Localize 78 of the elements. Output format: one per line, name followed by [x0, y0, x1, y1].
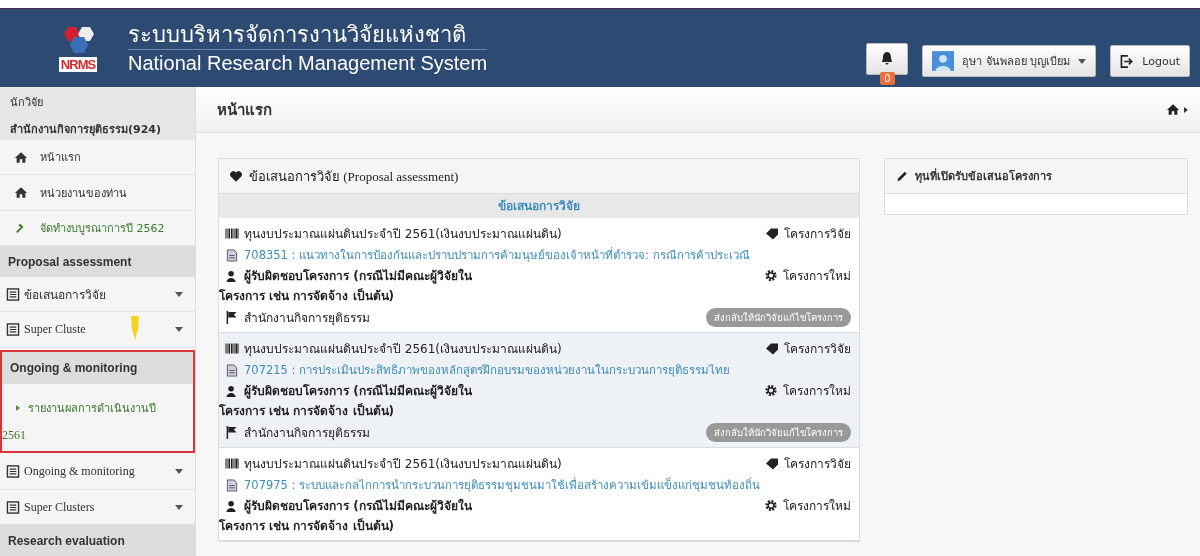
barcode-icon	[225, 341, 239, 355]
barcode-icon	[225, 456, 239, 470]
sidebar-dropdown[interactable]: ข้อเสนอการวิจัย	[0, 276, 195, 313]
caret-icon	[175, 326, 183, 332]
list-icon	[6, 465, 20, 479]
fund-name: ทุนงบประมาณแผ่นดินประจำปี 2561(เงินงบประมาณแผ่นดิน)	[244, 340, 562, 358]
page-title: หน้าแรก	[217, 99, 272, 121]
proposal-link[interactable]: 707975 : ระบบและกลไกการนำกระบวนการยุติธรรมชุมชนมาใช้เพื่อสร้างความเข้มแข็งแก่ชุมชนท้องถิ่น	[225, 476, 761, 494]
table-heading: ข้อเสนอการวิจัย	[219, 194, 859, 218]
barcode-icon	[225, 226, 239, 240]
project-status: โครงการใหม่	[783, 268, 851, 285]
home-icon	[14, 150, 28, 164]
list-icon	[6, 287, 20, 301]
responsible-label: ผู้รับผิดชอบโครงการ (กรณีไม่มีคณะผู้วิจัยใน	[244, 267, 472, 286]
fund-name: ทุนงบประมาณแผ่นดินประจำปี 2561(เงินงบประมาณแผ่นดิน)	[244, 225, 562, 243]
responsible-label: โครงการ เช่น การจัดจ้าง เป็นต้น)	[219, 517, 396, 535]
sidebar-section-header: Research evaluation	[0, 525, 195, 556]
logout-icon	[1120, 54, 1135, 68]
tag-icon	[765, 341, 779, 355]
bell-icon	[880, 51, 895, 67]
caret-icon	[175, 504, 183, 510]
avatar-icon	[932, 51, 955, 71]
gear-icon	[764, 384, 778, 397]
panel-title: ข้อเสนอการวิจัย (Proposal assessment)	[249, 167, 459, 186]
status-badge: ส่งกลับให้นักวิจัยแก้ไขโครงการ	[706, 422, 851, 442]
sidebar-link[interactable]: รายงานผลการดำเนินงานปี	[2, 383, 193, 420]
caret-right-icon	[16, 404, 20, 411]
logout-button[interactable]: Logout	[1110, 45, 1190, 77]
fund-name: ทุนงบประมาณแผ่นดินประจำปี 2561(เงินงบประมาณแผ่นดิน)	[244, 455, 562, 473]
pencil-icon	[895, 169, 909, 183]
sidebar-item[interactable]: หน้าแรก	[0, 140, 195, 176]
heart-icon	[229, 169, 243, 183]
project-status: โครงการใหม่	[783, 498, 851, 515]
project-type: โครงการวิจัย	[784, 340, 851, 358]
home-icon	[14, 186, 28, 200]
responsible-label: ผู้รับผิดชอบโครงการ (กรณีไม่มีคณะผู้วิจัยใน	[244, 382, 472, 401]
user-name: อุษา จันพลอย บุญเบียม	[962, 54, 1071, 70]
tag-icon	[765, 456, 779, 470]
system-subtitle: National Research Management System	[128, 50, 488, 76]
list-icon	[6, 500, 20, 514]
sidebar-link[interactable]: 2561	[2, 419, 193, 451]
status-badge: ส่งกลับให้นักวิจัยแก้ไขโครงการ	[706, 307, 851, 327]
responsible-label: ผู้รับผิดชอบโครงการ (กรณีไม่มีคณะผู้วิจัยใน	[244, 497, 472, 516]
document-icon	[225, 363, 239, 377]
user-organization: สำนักงานกิจการยุติธรรม(924)	[10, 122, 163, 138]
organization-name: สำนักงานกิจการยุติธรรม	[244, 309, 370, 327]
caret-icon	[175, 469, 183, 475]
sidebar-item[interactable]: หน่วยงานของท่าน	[0, 175, 195, 211]
proposal-link[interactable]: 708351 : แนวทางในการป้องกันและปราบปรามการค้ามนุษย์ของเจ้าหน้าที่ตำรวจ: กรณีการค้าประเวณี	[225, 246, 750, 264]
sidebar-dropdown[interactable]: Super Cluste	[0, 312, 195, 348]
gear-icon	[764, 269, 778, 282]
panel-title: ทุนที่เปิดรับข้อเสนอโครงการ	[915, 167, 1052, 185]
document-icon	[225, 478, 239, 492]
document-icon	[225, 248, 239, 262]
project-type: โครงการวิจัย	[784, 455, 851, 473]
gear-icon	[764, 499, 778, 512]
flag-icon	[225, 310, 239, 324]
user-menu-button[interactable]: อุษา จันพลอย บุญเบียม	[922, 45, 1097, 77]
sidebar-dropdown[interactable]: Ongoing & monitoring	[0, 454, 195, 490]
caret-right-icon	[1184, 106, 1188, 113]
responsible-label: โครงการ เช่น การจัดจ้าง เป็นต้น)	[219, 287, 396, 305]
project-type: โครงการวิจัย	[784, 225, 851, 243]
sidebar-section-header: Proposal assessment	[0, 246, 195, 277]
list-icon	[6, 322, 20, 336]
responsible-label: โครงการ เช่น การจัดจ้าง เป็นต้น)	[219, 402, 396, 420]
system-title: ระบบบริหารจัดการงานวิจัยแห่งชาติ	[128, 20, 488, 50]
logo-text: NRMS	[58, 56, 98, 72]
user-role: นักวิจัย	[10, 95, 44, 111]
caret-icon	[1078, 58, 1087, 64]
tag-icon	[765, 226, 779, 240]
caret-icon	[175, 291, 183, 297]
sidebar-section-header: Ongoing & monitoring	[2, 351, 193, 384]
home-icon	[1166, 103, 1180, 116]
notifications-button[interactable]	[866, 43, 909, 75]
organization-name: สำนักงานกิจการยุติธรรม	[244, 424, 370, 442]
flag-icon	[225, 425, 239, 439]
project-status: โครงการใหม่	[783, 383, 851, 400]
notification-count: 0	[880, 72, 895, 85]
